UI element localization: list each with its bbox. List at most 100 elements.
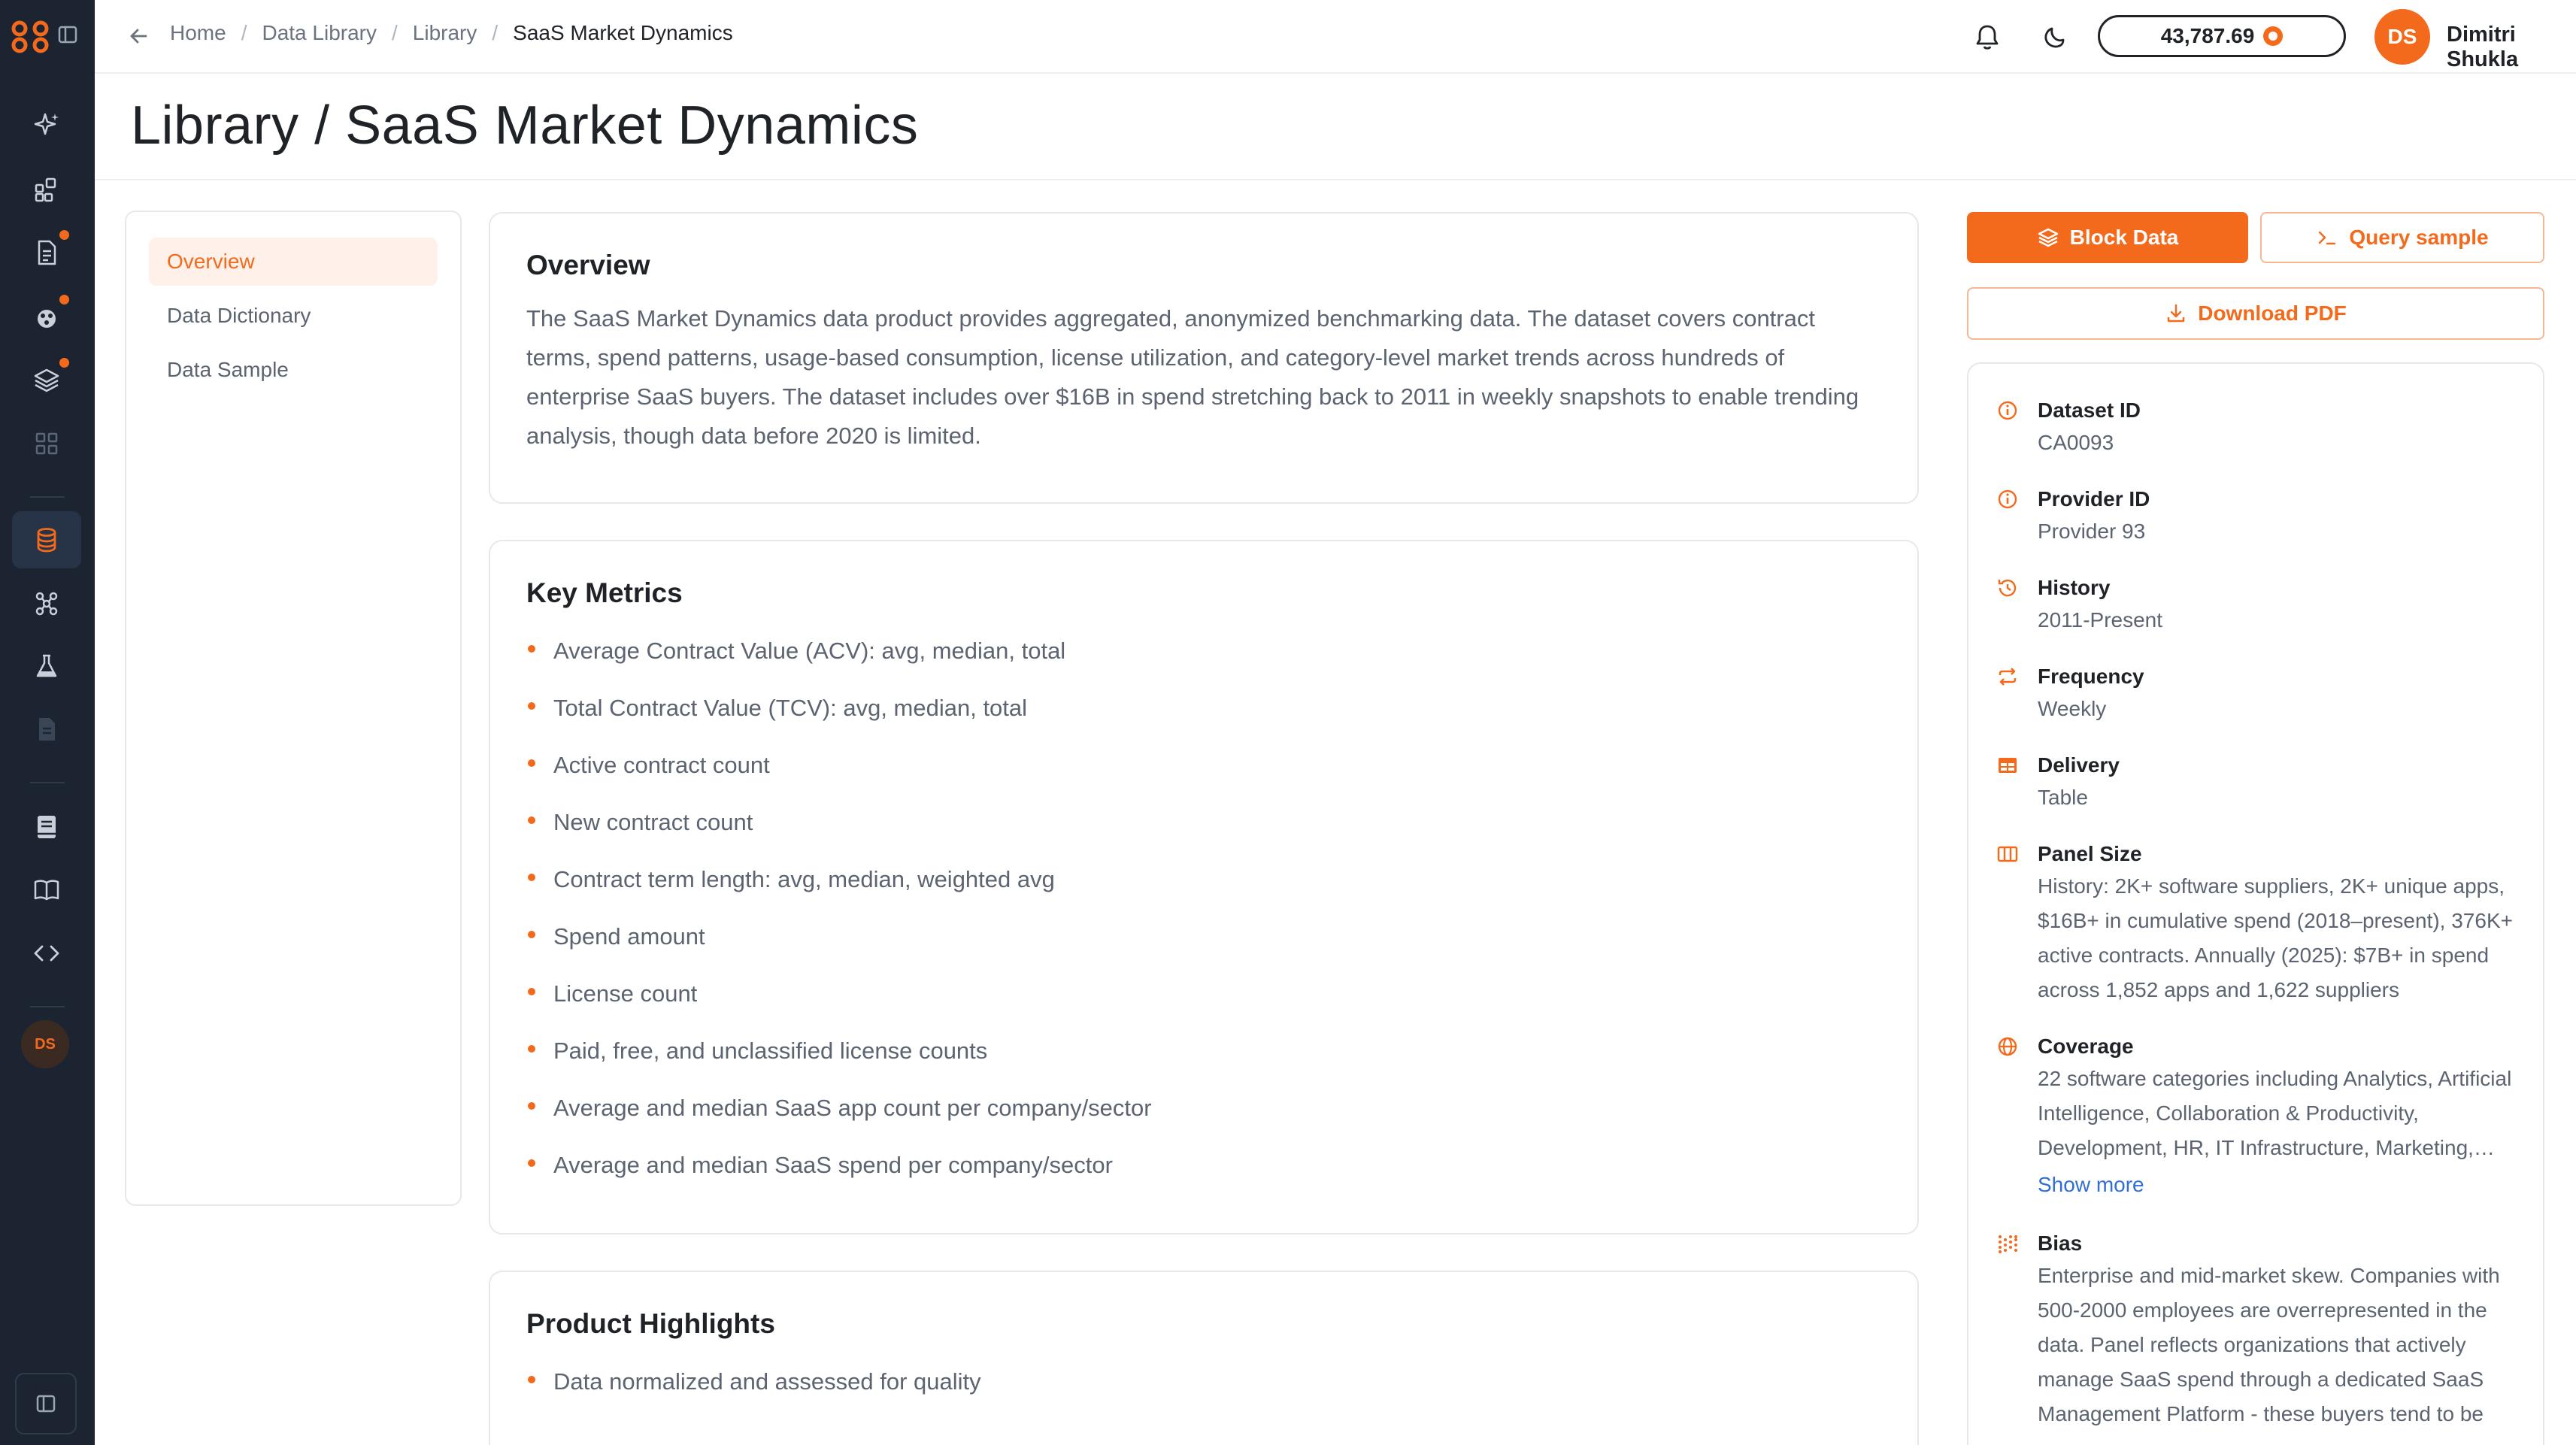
list-item: Spend amount <box>526 920 1881 953</box>
repeat-icon <box>1999 668 2017 686</box>
rail-item-dashboard[interactable] <box>12 415 81 472</box>
moon-icon[interactable] <box>2041 21 2071 51</box>
rail-item-ai[interactable] <box>12 96 81 153</box>
credits-value: 43,787.69 <box>2160 24 2255 47</box>
block-data-button[interactable]: Block Data <box>1967 212 2248 263</box>
overview-title: Overview <box>526 250 650 280</box>
logo-icon[interactable] <box>11 20 53 54</box>
meta-value: Enterprise and mid-market skew. Companie… <box>2038 1264 2500 1425</box>
rail-item-documents[interactable] <box>12 224 81 281</box>
product-highlights-card: Product Highlights Data normalized and a… <box>489 1271 1919 1445</box>
sparkle-icon <box>34 113 59 135</box>
database-icon <box>37 528 56 553</box>
meta-value: History: 2K+ software suppliers, 2K+ uni… <box>2038 874 2513 1001</box>
rail-item-notes[interactable] <box>12 798 81 856</box>
left-rail: DS <box>0 0 95 1445</box>
breadcrumb-library[interactable]: Library <box>413 21 477 45</box>
rail-item-team[interactable] <box>12 289 81 346</box>
download-pdf-button[interactable]: Download PDF <box>1967 287 2544 340</box>
meta-history: History 2011-Present <box>1996 573 2517 638</box>
overview-card: Overview The SaaS Market Dynamics data p… <box>489 212 1919 504</box>
meta-panel-size: Panel Size History: 2K+ software supplie… <box>1996 839 2517 1007</box>
user-name[interactable]: Dimitri Shukla <box>2447 23 2576 72</box>
metadata-card: Dataset ID CA0093 Provider ID Provider 9… <box>1967 362 2544 1445</box>
meta-value: 22 software categories including Analyti… <box>2038 1067 2512 1159</box>
breadcrumb-home[interactable]: Home <box>170 21 226 45</box>
list-item: Data normalized and assessed for quality <box>526 1365 1881 1398</box>
team-icon <box>38 310 56 328</box>
list-item: Paid, free, and unclassified license cou… <box>526 1035 1881 1068</box>
rail-item-apps[interactable] <box>12 161 81 218</box>
apps-add-icon <box>35 177 56 202</box>
rail-avatar[interactable]: DS <box>21 1020 69 1068</box>
notification-dot <box>59 230 69 240</box>
user-avatar[interactable]: DS <box>2374 9 2430 65</box>
show-more-link[interactable]: Show more <box>2038 1165 2517 1204</box>
globe-icon <box>1998 1037 2017 1056</box>
meta-label: Delivery <box>2038 753 2120 777</box>
scatter-dots-icon <box>1999 1235 2017 1253</box>
meta-label: Panel Size <box>2038 842 2142 865</box>
rail-item-network[interactable] <box>12 574 81 632</box>
rail-item-reports[interactable] <box>12 701 81 758</box>
list-item: New contract count <box>526 806 1881 839</box>
meta-coverage: Coverage 22 software categories includin… <box>1996 1031 2517 1204</box>
list-item: Contract term length: avg, median, weigh… <box>526 863 1881 896</box>
meta-value: CA0093 <box>2038 431 2114 454</box>
rail-item-layers[interactable] <box>12 352 81 409</box>
meta-label: Coverage <box>2038 1035 2134 1058</box>
breadcrumb-separator: / <box>492 21 499 44</box>
table-icon <box>1999 758 2017 773</box>
key-metrics-card: Key Metrics Average Contract Value (ACV)… <box>489 540 1919 1234</box>
meta-label: History <box>2038 576 2111 599</box>
meta-dataset-id: Dataset ID CA0093 <box>1996 395 2517 460</box>
query-sample-label: Query sample <box>2349 226 2489 249</box>
section-nav-overview[interactable]: Overview <box>149 238 438 286</box>
section-nav: Overview Data Dictionary Data Sample <box>125 211 462 1206</box>
breadcrumb-data-library[interactable]: Data Library <box>262 21 377 45</box>
meta-value: Weekly <box>2038 697 2107 720</box>
meta-value: Provider 93 <box>2038 520 2146 543</box>
rail-item-api[interactable] <box>12 925 81 982</box>
notification-dot <box>59 295 69 304</box>
info-icon <box>1998 401 2017 420</box>
list-item: Average and median SaaS spend per compan… <box>526 1149 1881 1182</box>
meta-bias: Bias Enterprise and mid-market skew. Com… <box>1996 1228 2517 1431</box>
sidebar-panel-icon <box>36 1395 56 1413</box>
document-icon <box>38 240 56 265</box>
meta-label: Provider ID <box>2038 487 2150 510</box>
notification-dot <box>59 358 69 368</box>
breadcrumb: Home / Data Library / Library / SaaS Mar… <box>170 21 733 45</box>
coin-icon <box>2263 26 2284 46</box>
page-title: Library / SaaS Market Dynamics <box>131 95 919 156</box>
section-nav-data-sample[interactable]: Data Sample <box>149 346 438 394</box>
grid-icon <box>35 432 58 455</box>
rail-item-docs[interactable] <box>12 862 81 919</box>
sidebar-toggle-icon[interactable] <box>57 24 78 45</box>
layers-icon <box>34 368 59 392</box>
meta-value: 2011-Present <box>2038 608 2163 632</box>
title-bar: Library / SaaS Market Dynamics <box>95 74 2576 180</box>
breadcrumb-separator: / <box>392 21 398 44</box>
meta-label: Bias <box>2038 1231 2083 1255</box>
list-item: Active contract count <box>526 749 1881 782</box>
meta-frequency: Frequency Weekly <box>1996 662 2517 726</box>
section-nav-data-dictionary[interactable]: Data Dictionary <box>149 292 438 340</box>
rail-item-data-library[interactable] <box>12 511 81 568</box>
key-metrics-title: Key Metrics <box>526 577 683 608</box>
history-icon <box>1998 579 2017 597</box>
download-icon <box>2168 304 2185 323</box>
layers-icon <box>2038 228 2058 247</box>
credits-badge[interactable]: 43,787.69 <box>2098 15 2346 57</box>
rail-item-lab[interactable] <box>12 638 81 695</box>
meta-value: Table <box>2038 786 2088 809</box>
arrow-left-icon[interactable] <box>125 23 152 50</box>
product-highlights-list: Data normalized and assessed for quality <box>526 1365 1881 1398</box>
columns-icon <box>1997 846 2018 862</box>
network-icon <box>35 592 58 616</box>
query-sample-button[interactable]: Query sample <box>2260 212 2544 263</box>
expand-sidebar-button[interactable] <box>15 1373 77 1434</box>
download-pdf-label: Download PDF <box>2198 301 2347 325</box>
bell-icon[interactable] <box>1971 21 2003 53</box>
book-open-icon <box>34 880 59 901</box>
